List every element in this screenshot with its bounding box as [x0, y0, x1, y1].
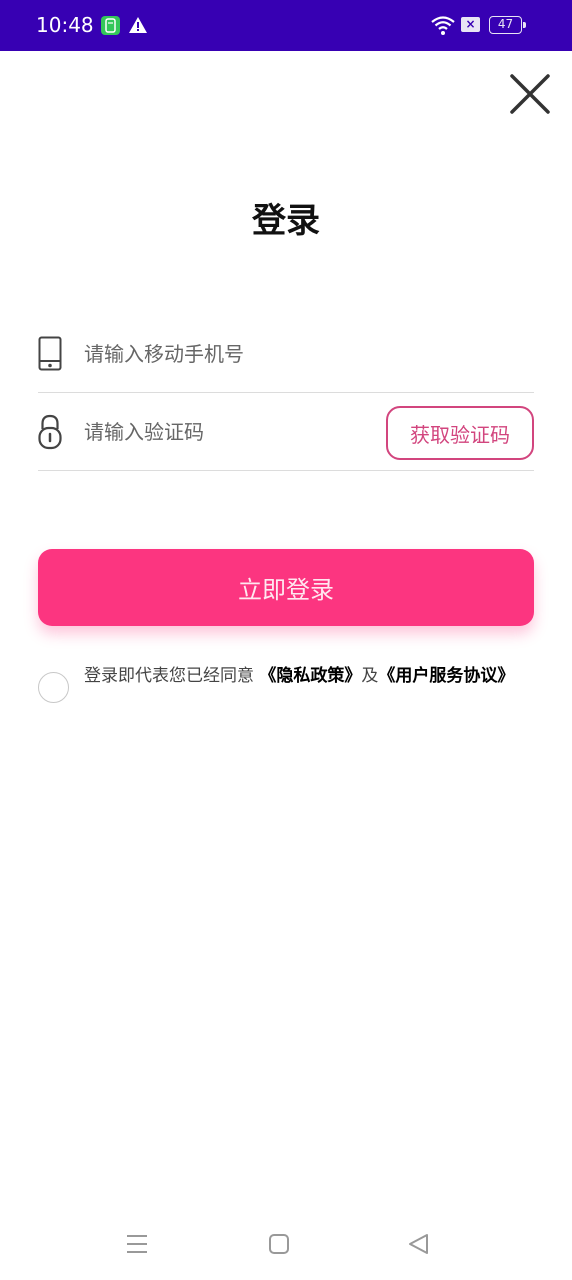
menu-icon[interactable] [125, 1232, 149, 1260]
service-agreement-link[interactable]: 《用户服务协议》 [378, 666, 514, 686]
warning-icon [128, 16, 148, 38]
agreement-conjunction: 及 [361, 666, 379, 686]
phone-icon [38, 336, 62, 376]
status-bar: 10:48 × 47 [0, 0, 572, 51]
phone-input[interactable] [84, 335, 384, 373]
lock-icon [38, 414, 62, 454]
status-time: 10:48 [36, 13, 94, 37]
system-nav-bar [0, 1218, 572, 1280]
login-button[interactable]: 立即登录 [38, 549, 534, 626]
no-sim-icon: × [461, 17, 480, 32]
privacy-policy-link[interactable]: 《隐私政策》 [259, 666, 361, 686]
close-icon [510, 74, 550, 114]
home-icon[interactable] [267, 1232, 291, 1260]
back-icon[interactable] [406, 1232, 430, 1260]
agreement-prefix: 登录即代表您已经同意 [84, 666, 260, 686]
page-title: 登录 [252, 201, 320, 241]
get-code-button[interactable]: 获取验证码 [386, 406, 534, 460]
phone-field-row [38, 315, 534, 393]
wifi-icon [430, 14, 456, 40]
close-button[interactable] [506, 70, 554, 118]
battery-icon: 47 [489, 16, 526, 34]
agreement-checkbox[interactable] [38, 672, 69, 703]
app-notification-icon [101, 16, 120, 35]
code-field-row: 获取验证码 [38, 393, 534, 471]
agreement-text: 登录即代表您已经同意 《隐私政策》及《用户服务协议》 [84, 664, 524, 688]
verification-code-input[interactable] [84, 413, 384, 451]
